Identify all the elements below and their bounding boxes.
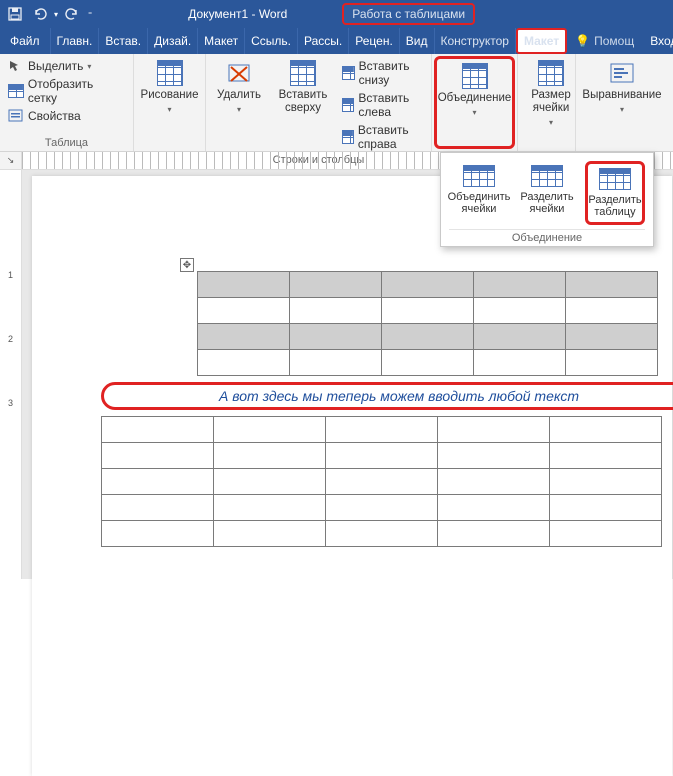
tab-design[interactable]: Дизай. (148, 28, 198, 54)
vruler-tick: 1 (8, 270, 13, 280)
ruler-vertical[interactable]: 1 2 3 (0, 170, 22, 579)
insert-left-button[interactable]: Вставить слева (340, 90, 425, 120)
insert-right-button[interactable]: Вставить справа (340, 122, 425, 152)
quick-access-toolbar: ▾ ⁼ (0, 5, 98, 23)
group-draw: Рисование ▾ (134, 54, 206, 151)
save-icon[interactable] (6, 5, 24, 23)
insert-left-icon (342, 98, 354, 112)
ribbon-tabs: Файл Главн. Встав. Дизай. Макет Ссыль. Р… (0, 28, 673, 54)
properties-label: Свойства (28, 109, 81, 123)
merge-dropdown-button[interactable]: Объединение ▾ (441, 61, 508, 119)
ruler-corner: ↘ (0, 152, 22, 169)
group-merge: Объединение ▾ (432, 54, 518, 151)
tab-home[interactable]: Главн. (51, 28, 100, 54)
tell-me[interactable]: 💡 Помощ (567, 28, 642, 54)
alignment-label: Выравнивание (582, 89, 661, 102)
group-table: Выделить ▾ Отобразить сетку Свойства Таб… (0, 54, 134, 151)
split-table-item[interactable]: Разделить таблицу (585, 161, 645, 225)
between-tables-text[interactable]: А вот здесь мы теперь можем вводить любо… (101, 382, 673, 410)
insert-above-button[interactable]: Вставить сверху (276, 58, 330, 117)
title-bar: ▾ ⁼ Документ1 - Word Работа с таблицами (0, 0, 673, 28)
insert-below-icon (342, 66, 355, 80)
merge-cells-icon (463, 165, 495, 187)
split-table-label: Разделить таблицу (588, 194, 641, 218)
tab-layout[interactable]: Макет (198, 28, 245, 54)
chevron-down-icon: ▾ (549, 118, 553, 127)
chevron-down-icon[interactable]: ▾ (54, 10, 58, 19)
tell-me-label: Помощ (594, 34, 634, 48)
cell-size-button[interactable]: Размер ячейки ▾ (524, 58, 578, 129)
draw-label: Рисование (141, 89, 199, 102)
cell-size-label: Размер ячейки (531, 89, 571, 115)
group-cell-size: Размер ячейки ▾ (518, 54, 576, 151)
delete-button[interactable]: Удалить ▾ (212, 58, 266, 116)
tab-insert[interactable]: Встав. (99, 28, 148, 54)
cursor-icon (8, 59, 24, 73)
split-table-icon (599, 168, 631, 190)
draw-button[interactable]: Рисование ▾ (140, 58, 199, 116)
vruler-tick: 2 (8, 334, 13, 344)
qat-customize-icon[interactable]: ⁼ (88, 10, 92, 19)
table-bottom[interactable] (101, 416, 662, 547)
group-rows-cols: Удалить ▾ Вставить сверху Вставить снизу… (206, 54, 432, 151)
alignment-button[interactable]: Выравнивание ▾ (582, 58, 662, 116)
cell-size-icon (538, 60, 564, 86)
delete-icon (226, 60, 252, 86)
gridlines-button[interactable]: Отобразить сетку (6, 76, 127, 106)
alignment-icon (609, 60, 635, 86)
chevron-down-icon: ▾ (167, 105, 171, 114)
chevron-down-icon: ▾ (620, 105, 624, 114)
insert-left-label: Вставить слева (358, 91, 423, 119)
select-label: Выделить (28, 59, 83, 73)
select-button[interactable]: Выделить ▾ (6, 58, 127, 74)
contextual-tab-label: Работа с таблицами (342, 3, 475, 25)
tab-table-design[interactable]: Конструктор (435, 28, 516, 54)
undo-icon[interactable] (30, 5, 48, 23)
tab-file[interactable]: Файл (0, 28, 51, 54)
insert-right-label: Вставить справа (358, 123, 423, 151)
merge-cells-label: Объединить ячейки (448, 191, 511, 215)
table-top[interactable] (197, 271, 658, 376)
insert-right-icon (342, 130, 354, 144)
sign-in[interactable]: Вход (642, 28, 673, 54)
chevron-down-icon: ▾ (87, 62, 91, 71)
merge-cells-item[interactable]: Объединить ячейки (449, 161, 509, 225)
page[interactable]: ✥ А вот здесь мы теперь можем вводить лю… (32, 176, 672, 776)
gridlines-label: Отобразить сетку (28, 77, 125, 105)
tab-view[interactable]: Вид (400, 28, 435, 54)
lightbulb-icon: 💡 (575, 34, 590, 48)
tab-review[interactable]: Рецен. (349, 28, 400, 54)
chevron-down-icon: ▾ (237, 105, 241, 114)
split-cells-item[interactable]: Разделить ячейки (517, 161, 577, 225)
insert-below-button[interactable]: Вставить снизу (340, 58, 425, 88)
insert-above-label: Вставить сверху (279, 89, 328, 115)
ribbon: Выделить ▾ Отобразить сетку Свойства Таб… (0, 54, 673, 152)
document-title: Документ1 - Word (188, 7, 287, 21)
redo-icon[interactable] (64, 5, 82, 23)
insert-above-icon (290, 60, 316, 86)
split-cells-icon (531, 165, 563, 187)
merge-label: Объединение (438, 92, 512, 105)
table-icon (157, 60, 183, 86)
tab-references[interactable]: Ссыль. (245, 28, 298, 54)
insert-below-label: Вставить снизу (359, 59, 423, 87)
merge-gallery-label: Объединение (449, 229, 645, 244)
split-cells-label: Разделить ячейки (520, 191, 573, 215)
grid-icon (8, 84, 24, 98)
group-alignment: Выравнивание ▾ (576, 54, 668, 151)
vruler-tick: 3 (8, 398, 13, 408)
chevron-down-icon: ▾ (472, 108, 476, 117)
merge-gallery: Объединить ячейки Разделить ячейки Разде… (440, 152, 654, 247)
tab-table-layout[interactable]: Макет (516, 28, 567, 54)
properties-button[interactable]: Свойства (6, 108, 127, 124)
delete-label: Удалить (217, 89, 261, 102)
tab-mailings[interactable]: Рассы. (298, 28, 349, 54)
properties-icon (8, 109, 24, 123)
group-table-label: Таблица (6, 137, 127, 149)
merge-icon (462, 63, 488, 89)
table-move-handle-icon[interactable]: ✥ (180, 258, 194, 272)
